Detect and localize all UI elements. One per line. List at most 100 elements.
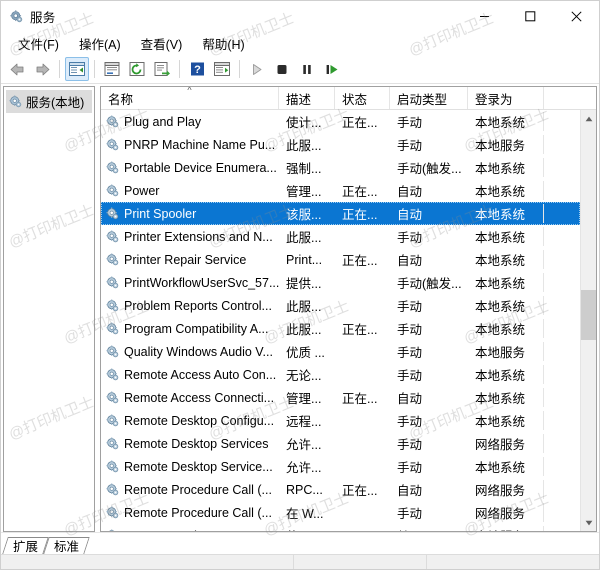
stop-service-button[interactable] — [270, 57, 294, 81]
table-row[interactable]: Print Spooler该服...正在...自动本地系统 — [101, 202, 580, 225]
table-row[interactable]: PrintWorkflowUserSvc_57...提供...手动(触发...本… — [101, 271, 580, 294]
refresh-button[interactable] — [125, 57, 149, 81]
table-row[interactable]: Problem Reports Control...此服...手动本地系统 — [101, 294, 580, 317]
column-header-name-label: 名称 — [108, 89, 133, 108]
table-row[interactable]: Portable Device Enumera...强制...手动(触发...本… — [101, 156, 580, 179]
cell-log-on-as: 本地系统 — [468, 273, 544, 292]
table-row[interactable]: Quality Windows Audio V...优质 ...手动本地服务 — [101, 340, 580, 363]
service-name-label: Remote Desktop Services — [124, 437, 269, 451]
minimize-button[interactable] — [461, 1, 507, 32]
cell-log-on-as: 网络服务 — [468, 503, 544, 522]
column-header-startup-type-label: 启动类型 — [397, 89, 447, 108]
toolbar: ? — [1, 55, 599, 84]
cell-status: 正在... — [335, 181, 390, 200]
table-row[interactable]: Remote Access Connecti...管理...正在...自动本地系… — [101, 386, 580, 409]
back-button[interactable] — [5, 57, 29, 81]
services-window: 服务 文件(F) 操作(A) 查看(V) — [0, 0, 600, 570]
close-icon — [571, 11, 582, 22]
service-gear-icon — [106, 414, 119, 427]
tree-item-label: 服务(本地) — [26, 92, 84, 111]
cell-service-name: Remote Procedure Call (... — [101, 483, 279, 497]
menu-help[interactable]: 帮助(H) — [193, 32, 253, 56]
tab-extended[interactable]: 扩展 — [5, 537, 46, 554]
console-tree-pane: 服务(本地) — [3, 86, 95, 532]
vertical-scrollbar[interactable] — [580, 110, 596, 531]
tree-item-services-local[interactable]: 服务(本地) — [6, 90, 92, 113]
table-row[interactable]: Remote Desktop Configu...远程...手动本地系统 — [101, 409, 580, 432]
service-name-label: Remote Desktop Service... — [124, 460, 273, 474]
refresh-icon — [128, 61, 146, 77]
cell-startup-type: 自动 — [390, 204, 468, 223]
menu-action[interactable]: 操作(A) — [70, 32, 130, 56]
service-name-label: PNRP Machine Name Pu... — [124, 138, 275, 152]
cell-log-on-as: 本地系统 — [468, 250, 544, 269]
cell-description: 在 W... — [279, 503, 335, 522]
cell-startup-type: 手动 — [390, 319, 468, 338]
maximize-icon — [525, 11, 536, 22]
table-row[interactable]: Remote Procedure Call (...RPC...正在...自动网… — [101, 478, 580, 501]
maximize-button[interactable] — [507, 1, 553, 32]
show-hide-console-tree-button[interactable] — [65, 57, 89, 81]
sort-ascending-icon: ^ — [187, 86, 191, 95]
cell-service-name: PNRP Machine Name Pu... — [101, 138, 279, 152]
window-title: 服务 — [30, 7, 55, 26]
start-service-button[interactable] — [245, 57, 269, 81]
scrollbar-thumb[interactable] — [581, 290, 597, 340]
pause-service-button[interactable] — [295, 57, 319, 81]
service-gear-icon — [106, 138, 119, 151]
table-row[interactable]: Remote Procedure Call (...在 W...手动网络服务 — [101, 501, 580, 524]
table-row[interactable]: Printer Extensions and N...此服...手动本地系统 — [101, 225, 580, 248]
cell-description: 管理... — [279, 181, 335, 200]
services-list-body: Plug and Play使计...正在...手动本地系统 PNRP Machi… — [101, 110, 580, 531]
scroll-up-button[interactable] — [581, 110, 597, 127]
cell-startup-type: 手动(触发... — [390, 158, 468, 177]
table-row[interactable]: Remote Registry使远...禁用本地服务 — [101, 524, 580, 531]
restart-service-button[interactable] — [320, 57, 344, 81]
menu-file[interactable]: 文件(F) — [9, 32, 68, 56]
cell-log-on-as: 本地系统 — [468, 365, 544, 384]
column-header-log-on-as[interactable]: 登录为 — [468, 87, 544, 109]
show-action-pane-button[interactable] — [210, 57, 234, 81]
service-gear-icon — [106, 276, 119, 289]
cell-log-on-as: 网络服务 — [468, 480, 544, 499]
cell-log-on-as: 本地服务 — [468, 135, 544, 154]
column-header-description[interactable]: 描述 — [279, 87, 335, 109]
table-row[interactable]: Remote Access Auto Con...无论...手动本地系统 — [101, 363, 580, 386]
table-row[interactable]: Power管理...正在...自动本地系统 — [101, 179, 580, 202]
forward-button[interactable] — [30, 57, 54, 81]
export-list-button[interactable] — [150, 57, 174, 81]
cell-service-name: Remote Procedure Call (... — [101, 506, 279, 520]
table-row[interactable]: Plug and Play使计...正在...手动本地系统 — [101, 110, 580, 133]
scroll-down-button[interactable] — [581, 514, 597, 531]
menu-view[interactable]: 查看(V) — [132, 32, 192, 56]
scrollbar-track[interactable] — [581, 127, 597, 514]
chevron-up-icon — [585, 116, 593, 122]
table-row[interactable]: PNRP Machine Name Pu...此服...手动本地服务 — [101, 133, 580, 156]
cell-status: 正在... — [335, 250, 390, 269]
table-row[interactable]: Printer Repair ServicePrint...正在...自动本地系… — [101, 248, 580, 271]
help-button[interactable]: ? — [185, 57, 209, 81]
service-name-label: Printer Repair Service — [124, 253, 246, 267]
cell-log-on-as: 本地系统 — [468, 227, 544, 246]
column-header-startup-type[interactable]: 启动类型 — [390, 87, 468, 109]
properties-button[interactable] — [100, 57, 124, 81]
cell-service-name: Remote Access Auto Con... — [101, 368, 279, 382]
close-button[interactable] — [553, 1, 599, 32]
column-header-log-on-as-label: 登录为 — [475, 89, 513, 108]
cell-service-name: Printer Extensions and N... — [101, 230, 279, 244]
cell-description: 允许... — [279, 434, 335, 453]
column-header-name[interactable]: 名称 ^ — [101, 87, 279, 109]
tab-standard[interactable]: 标准 — [46, 537, 87, 554]
cell-description: 使远... — [279, 526, 335, 531]
service-name-label: Problem Reports Control... — [124, 299, 272, 313]
table-row[interactable]: Program Compatibility A...此服...正在...手动本地… — [101, 317, 580, 340]
cell-log-on-as: 本地服务 — [468, 342, 544, 361]
service-gear-icon — [106, 230, 119, 243]
action-pane-icon — [213, 61, 231, 77]
cell-startup-type: 手动 — [390, 342, 468, 361]
status-segment-1 — [1, 555, 294, 569]
toolbar-separator — [239, 60, 240, 78]
table-row[interactable]: Remote Desktop Services允许...手动网络服务 — [101, 432, 580, 455]
column-header-status[interactable]: 状态 — [335, 87, 390, 109]
table-row[interactable]: Remote Desktop Service...允许...手动本地系统 — [101, 455, 580, 478]
